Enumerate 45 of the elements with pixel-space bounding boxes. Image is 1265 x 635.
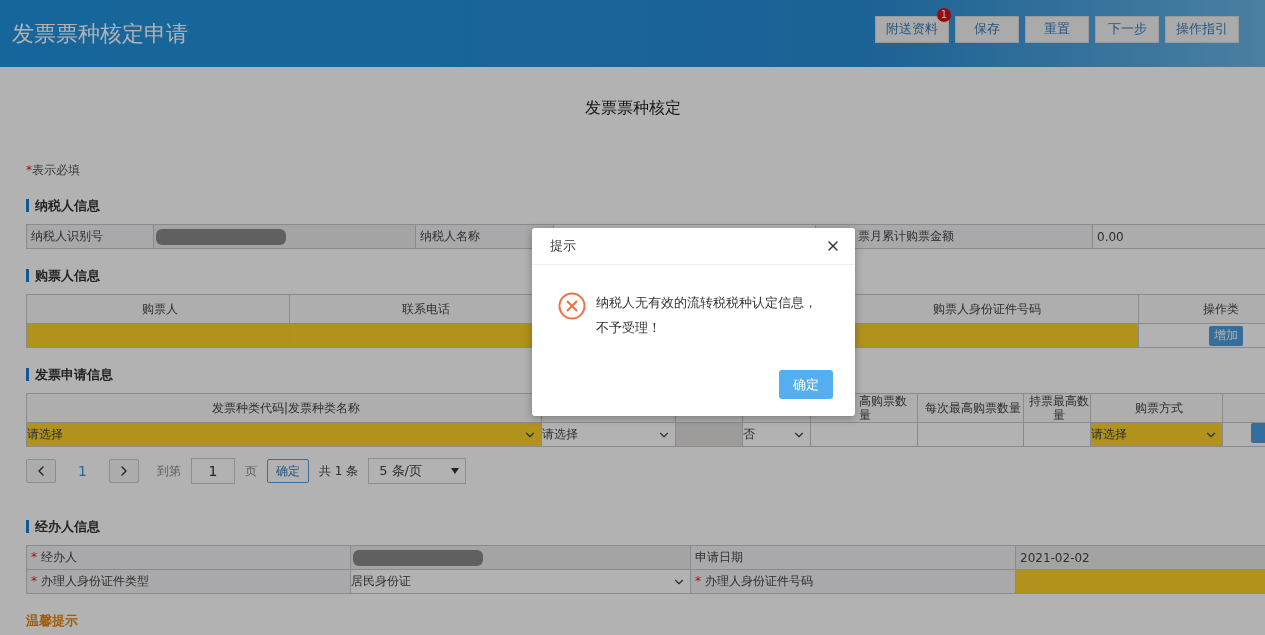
- error-icon: [558, 292, 586, 320]
- triangle-down-icon: [451, 468, 460, 474]
- page-input[interactable]: 1: [190, 458, 235, 484]
- total-count: 共 1 条: [318, 462, 359, 480]
- required-mark: *: [695, 574, 702, 588]
- column-header: 购票方式: [1090, 393, 1223, 423]
- page-unit-label: 页: [244, 462, 257, 480]
- select-field[interactable]: 请选择: [1091, 423, 1222, 446]
- select-field[interactable]: 请选择: [27, 423, 541, 446]
- page-title: 发票票种核定申请: [12, 19, 188, 48]
- column-header: 操作类: [1138, 294, 1265, 324]
- required-mark: *: [31, 550, 38, 564]
- goto-label: 到第: [156, 462, 181, 480]
- next-page-button[interactable]: [108, 459, 139, 483]
- field-label: 纳税人识别号: [26, 224, 154, 249]
- previous-page-button[interactable]: [26, 459, 56, 483]
- toolbar-button[interactable]: 重置: [1025, 16, 1089, 43]
- confirm-button[interactable]: 确定: [779, 370, 833, 399]
- field-label: * 办理人身份证件号码: [690, 569, 1016, 594]
- page-size-select[interactable]: 5 条/页: [368, 458, 467, 484]
- field-label: * 经办人: [26, 545, 351, 570]
- page-number[interactable]: 1: [66, 463, 99, 479]
- required-note: *表示必填: [26, 162, 81, 179]
- column-header: 发票种类代码|发票种类名称: [26, 393, 542, 423]
- required-mark: *: [31, 574, 38, 588]
- field-label: 申请日期: [690, 545, 1016, 570]
- toolbar-button[interactable]: 保存: [955, 16, 1019, 43]
- section-heading: 纳税人信息: [26, 199, 1265, 212]
- field-label: * 办理人身份证件类型: [26, 569, 351, 594]
- input-field[interactable]: [1015, 569, 1265, 594]
- toolbar-button[interactable]: 下一步: [1095, 16, 1159, 43]
- count-badge: 1: [937, 8, 951, 22]
- goto-button[interactable]: 确定: [266, 459, 309, 483]
- section-heading: 经办人信息: [26, 520, 1265, 533]
- date-field: 2021-02-02: [1015, 545, 1265, 570]
- column-header: 购票人: [26, 294, 290, 324]
- input-field[interactable]: [26, 323, 290, 348]
- add-button[interactable]: 增加: [1209, 325, 1243, 346]
- column-header: 持票最高数量: [1023, 393, 1091, 423]
- column-header: 每次最高购票数量: [917, 393, 1024, 423]
- field-value: 0.00: [1092, 224, 1265, 249]
- dialog-message: 纳税人无有效的流转税税种认定信息，不予受理！: [596, 294, 818, 337]
- tips-heading: 温馨提示: [26, 614, 79, 627]
- toolbar-button[interactable]: 操作指引: [1165, 16, 1239, 43]
- form-title: 发票票种核定: [583, 98, 682, 119]
